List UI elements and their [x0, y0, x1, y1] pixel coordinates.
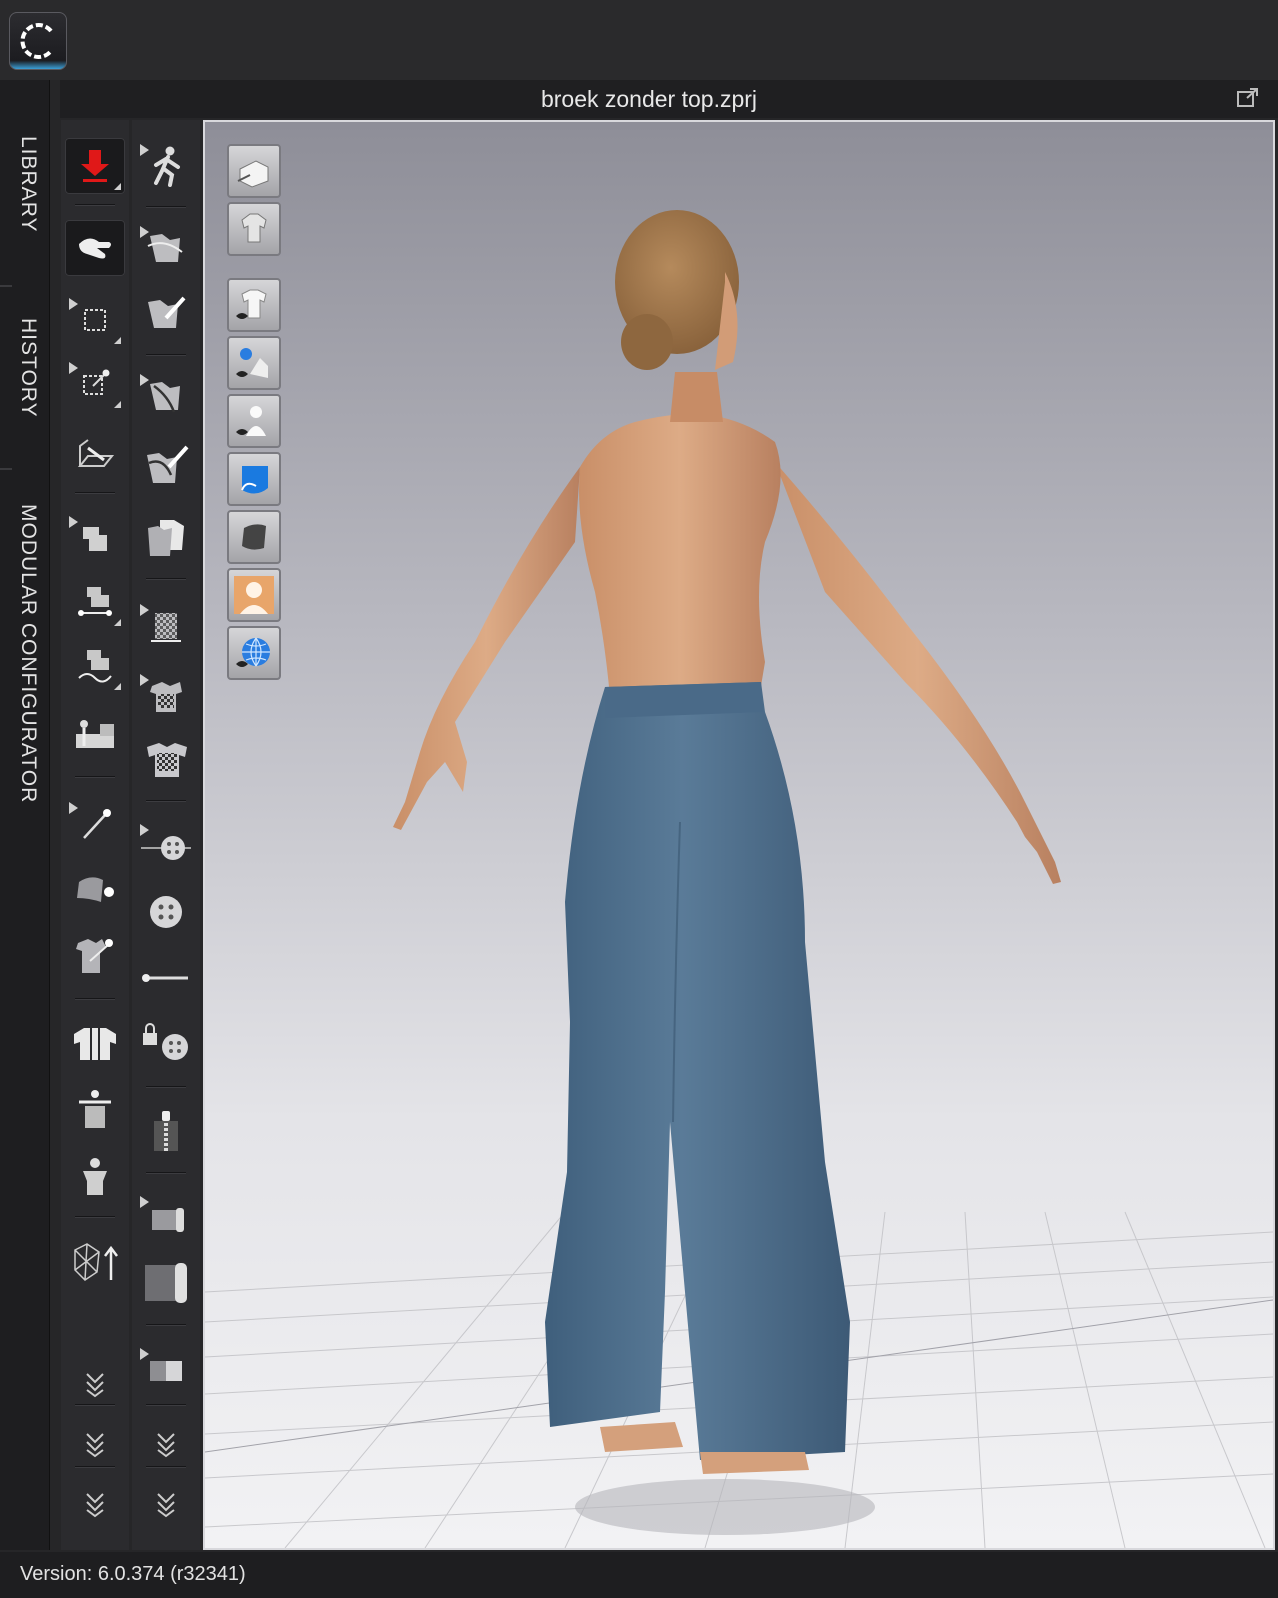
- fold-arrangement-icon[interactable]: [65, 426, 125, 482]
- button-select-icon[interactable]: [136, 818, 196, 874]
- window-title-bar: broek zonder top.zprj: [60, 80, 1278, 118]
- toolbar-divider: [75, 998, 115, 1000]
- toolbar-divider: [146, 1404, 186, 1406]
- avatar-display-icon[interactable]: [227, 568, 281, 622]
- hand-transform-icon[interactable]: [65, 220, 125, 276]
- button-icon[interactable]: [136, 884, 196, 940]
- block-icon[interactable]: [136, 1342, 196, 1398]
- toolbar-divider: [146, 206, 186, 208]
- side-tab-strip: LIBRARY HISTORY MODULAR CONFIGURATOR: [0, 80, 50, 1550]
- garment-group-icon[interactable]: [65, 1016, 125, 1072]
- segment-sewing-icon[interactable]: [65, 510, 125, 566]
- copy-pattern-icon[interactable]: [136, 510, 196, 566]
- toolbar-divider: [75, 204, 115, 206]
- toolbar-divider: [146, 1172, 186, 1174]
- zipper-icon[interactable]: [136, 1104, 196, 1160]
- sewing-machine-icon[interactable]: [65, 708, 125, 764]
- app-window: LIBRARY HISTORY MODULAR CONFIGURATOR bro…: [0, 0, 1278, 1598]
- toolbar-divider: [75, 492, 115, 494]
- fabric-texture-icon[interactable]: [136, 732, 196, 788]
- tack-icon[interactable]: [65, 860, 125, 916]
- tab-history[interactable]: HISTORY: [0, 318, 50, 468]
- walk-animation-icon[interactable]: [136, 138, 196, 194]
- tab-modular-configurator-label: MODULAR CONFIGURATOR: [17, 504, 40, 804]
- show-garment-icon[interactable]: [227, 278, 281, 332]
- toolbar-divider: [75, 1404, 115, 1406]
- status-bar: Version: 6.0.374 (r32341): [0, 1552, 1278, 1598]
- lock-button-icon[interactable]: [136, 1014, 196, 1070]
- texture-display-icon[interactable]: [227, 510, 281, 564]
- pin-icon[interactable]: [65, 796, 125, 852]
- environment-icon[interactable]: [227, 626, 281, 680]
- tab-modular-configurator[interactable]: MODULAR CONFIGURATOR: [0, 504, 50, 824]
- edit-segment-icon[interactable]: [136, 368, 196, 424]
- tool-column-right: [132, 120, 200, 1550]
- texture-edit-icon[interactable]: [136, 598, 196, 654]
- toolbar-divider: [75, 1216, 115, 1218]
- tab-library[interactable]: LIBRARY: [0, 136, 50, 296]
- m-n-sewing-icon[interactable]: [65, 638, 125, 694]
- edit-curvature-icon[interactable]: [136, 220, 196, 276]
- tab-history-label: HISTORY: [17, 318, 40, 418]
- polygon-up-icon[interactable]: [65, 1234, 125, 1290]
- arrangement-icon[interactable]: [65, 1082, 125, 1138]
- brush-curve-icon[interactable]: [136, 438, 196, 494]
- fabric-roll-icon[interactable]: [136, 1254, 196, 1310]
- window-title: broek zonder top.zprj: [540, 86, 758, 112]
- version-label: Version: 6.0.374 (r32341): [20, 1563, 246, 1585]
- show-avatar-icon[interactable]: [227, 394, 281, 448]
- avatar-pose-icon[interactable]: [65, 1148, 125, 1204]
- avatar-scene: [205, 210, 1273, 1548]
- toolbar-divider: [75, 1466, 115, 1468]
- fold-tack-icon[interactable]: [65, 928, 125, 984]
- more-tools-icon[interactable]: [136, 1476, 196, 1532]
- toolbar-divider: [146, 1466, 186, 1468]
- tab-divider: [0, 468, 12, 470]
- fabric-display-icon[interactable]: [227, 452, 281, 506]
- 3d-viewport[interactable]: [203, 120, 1275, 1550]
- top-bar: [0, 0, 1278, 80]
- box-view-icon[interactable]: [227, 144, 281, 198]
- toolbar-divider: [75, 776, 115, 778]
- toolbar-divider: [146, 800, 186, 802]
- select-pattern-icon[interactable]: [65, 292, 125, 348]
- fold-pattern-icon[interactable]: [136, 1190, 196, 1246]
- tool-column-left: [61, 120, 129, 1550]
- transform-pattern-icon[interactable]: [65, 356, 125, 412]
- buttonhole-icon[interactable]: [136, 950, 196, 1006]
- toolbar-divider: [146, 578, 186, 580]
- toolbar-divider: [146, 1086, 186, 1088]
- more-tools-icon[interactable]: [136, 1416, 196, 1472]
- show-pattern-icon[interactable]: [227, 336, 281, 390]
- popout-icon[interactable]: [1236, 87, 1260, 109]
- free-sewing-icon[interactable]: [65, 574, 125, 630]
- toolbar-divider: [146, 354, 186, 356]
- tab-divider: [0, 285, 12, 287]
- tab-library-label: LIBRARY: [17, 136, 40, 233]
- toolbar-divider: [146, 1324, 186, 1326]
- garment-view-icon[interactable]: [227, 202, 281, 256]
- clo-logo-icon[interactable]: [9, 12, 67, 70]
- fabric-grid-icon[interactable]: [136, 668, 196, 724]
- import-avatar-icon[interactable]: [65, 138, 125, 194]
- more-tools-icon[interactable]: [65, 1416, 125, 1472]
- edit-pen-icon[interactable]: [136, 286, 196, 342]
- more-tools-icon[interactable]: [65, 1476, 125, 1532]
